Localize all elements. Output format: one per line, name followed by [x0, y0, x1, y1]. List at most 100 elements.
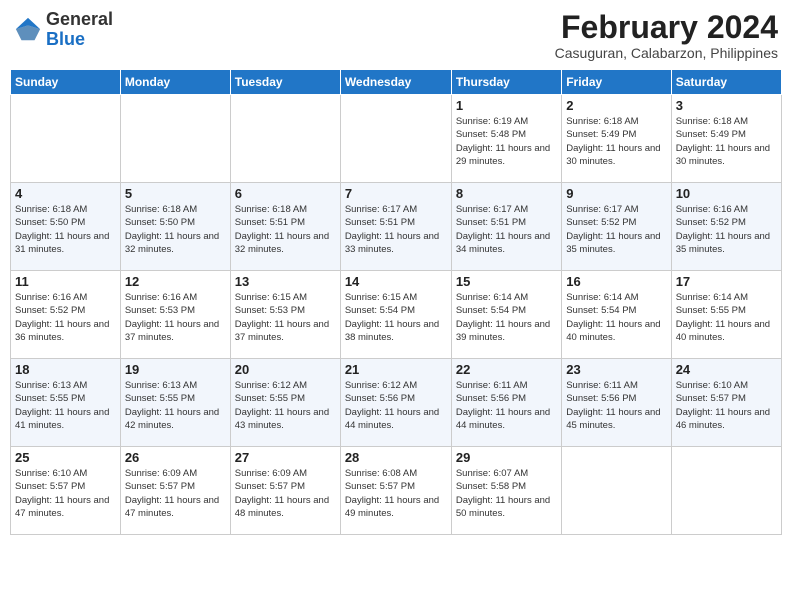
day-number: 22 [456, 362, 557, 377]
month-year-title: February 2024 [555, 10, 778, 45]
calendar-cell: 19Sunrise: 6:13 AM Sunset: 5:55 PM Dayli… [120, 359, 230, 447]
weekday-header-sunday: Sunday [11, 70, 121, 95]
day-number: 25 [15, 450, 116, 465]
weekday-row: SundayMondayTuesdayWednesdayThursdayFrid… [11, 70, 782, 95]
calendar-cell: 20Sunrise: 6:12 AM Sunset: 5:55 PM Dayli… [230, 359, 340, 447]
day-info: Sunrise: 6:17 AM Sunset: 5:52 PM Dayligh… [566, 203, 666, 256]
day-number: 11 [15, 274, 116, 289]
calendar-cell: 18 Sunrise: 6:13 AM Sunset: 5:55 PM Dayli… [11, 359, 121, 447]
day-info: Sunrise: 6:09 AM Sunset: 5:57 PM Dayligh… [235, 467, 336, 520]
calendar-cell: 10Sunrise: 6:16 AM Sunset: 5:52 PM Dayli… [671, 183, 781, 271]
calendar-cell [340, 95, 451, 183]
day-info: Sunrise: 6:16 AM Sunset: 5:53 PM Dayligh… [125, 291, 226, 344]
day-number: 28 [345, 450, 447, 465]
day-info: Sunrise: 6:19 AM Sunset: 5:48 PM Dayligh… [456, 115, 557, 168]
calendar-week-row: 4 Sunrise: 6:18 AM Sunset: 5:50 PM Daylig… [11, 183, 782, 271]
day-info: Sunrise: 6:14 AM Sunset: 5:55 PM Dayligh… [676, 291, 777, 344]
calendar-cell: 13 Sunrise: 6:15 AM Sunset: 5:53 PM Dayli… [230, 271, 340, 359]
logo-blue-text: Blue [46, 29, 85, 49]
day-info: Sunrise: 6:17 AM Sunset: 5:51 PM Dayligh… [456, 203, 557, 256]
calendar-cell [230, 95, 340, 183]
calendar-header: SundayMondayTuesdayWednesdayThursdayFrid… [11, 70, 782, 95]
weekday-header-friday: Friday [562, 70, 671, 95]
day-info: Sunrise: 6:07 AM Sunset: 5:58 PM Dayligh… [456, 467, 557, 520]
weekday-header-thursday: Thursday [451, 70, 561, 95]
calendar-cell [120, 95, 230, 183]
day-number: 14 [345, 274, 447, 289]
day-number: 6 [235, 186, 336, 201]
day-info: Sunrise: 6:14 AM Sunset: 5:54 PM Dayligh… [566, 291, 666, 344]
calendar-cell: 29 Sunrise: 6:07 AM Sunset: 5:58 PM Dayli… [451, 447, 561, 535]
calendar-cell: 22 Sunrise: 6:11 AM Sunset: 5:56 PM Dayli… [451, 359, 561, 447]
calendar-cell: 12 Sunrise: 6:16 AM Sunset: 5:53 PM Dayli… [120, 271, 230, 359]
day-info: Sunrise: 6:18 AM Sunset: 5:49 PM Dayligh… [676, 115, 777, 168]
day-info: Sunrise: 6:17 AM Sunset: 5:51 PM Dayligh… [345, 203, 447, 256]
calendar-cell: 7Sunrise: 6:17 AM Sunset: 5:51 PM Daylig… [340, 183, 451, 271]
day-number: 10 [676, 186, 777, 201]
day-number: 15 [456, 274, 557, 289]
day-info: Sunrise: 6:10 AM Sunset: 5:57 PM Dayligh… [15, 467, 116, 520]
calendar-cell: 26 Sunrise: 6:09 AM Sunset: 5:57 PM Dayli… [120, 447, 230, 535]
calendar-cell [671, 447, 781, 535]
calendar-cell: 1Sunrise: 6:19 AM Sunset: 5:48 PM Daylig… [451, 95, 561, 183]
weekday-header-tuesday: Tuesday [230, 70, 340, 95]
day-info: Sunrise: 6:11 AM Sunset: 5:56 PM Dayligh… [566, 379, 666, 432]
calendar-table: SundayMondayTuesdayWednesdayThursdayFrid… [10, 69, 782, 535]
day-info: Sunrise: 6:09 AM Sunset: 5:57 PM Dayligh… [125, 467, 226, 520]
day-number: 26 [125, 450, 226, 465]
day-number: 29 [456, 450, 557, 465]
day-info: Sunrise: 6:18 AM Sunset: 5:50 PM Dayligh… [15, 203, 116, 256]
calendar-week-row: 18 Sunrise: 6:13 AM Sunset: 5:55 PM Dayli… [11, 359, 782, 447]
calendar-cell: 14 Sunrise: 6:15 AM Sunset: 5:54 PM Dayli… [340, 271, 451, 359]
calendar-cell: 16Sunrise: 6:14 AM Sunset: 5:54 PM Dayli… [562, 271, 671, 359]
calendar-cell: 3 Sunrise: 6:18 AM Sunset: 5:49 PM Daylig… [671, 95, 781, 183]
day-number: 27 [235, 450, 336, 465]
calendar-cell: 9 Sunrise: 6:17 AM Sunset: 5:52 PM Daylig… [562, 183, 671, 271]
calendar-cell: 11 Sunrise: 6:16 AM Sunset: 5:52 PM Dayli… [11, 271, 121, 359]
day-info: Sunrise: 6:12 AM Sunset: 5:55 PM Dayligh… [235, 379, 336, 432]
day-info: Sunrise: 6:15 AM Sunset: 5:53 PM Dayligh… [235, 291, 336, 344]
calendar-cell: 28Sunrise: 6:08 AM Sunset: 5:57 PM Dayli… [340, 447, 451, 535]
weekday-header-monday: Monday [120, 70, 230, 95]
calendar-cell: 2 Sunrise: 6:18 AM Sunset: 5:49 PM Daylig… [562, 95, 671, 183]
day-number: 18 [15, 362, 116, 377]
day-number: 8 [456, 186, 557, 201]
location-subtitle: Casuguran, Calabarzon, Philippines [555, 45, 778, 61]
day-number: 2 [566, 98, 666, 113]
calendar-cell: 4 Sunrise: 6:18 AM Sunset: 5:50 PM Daylig… [11, 183, 121, 271]
day-number: 13 [235, 274, 336, 289]
calendar-cell: 23Sunrise: 6:11 AM Sunset: 5:56 PM Dayli… [562, 359, 671, 447]
calendar-week-row: 25 Sunrise: 6:10 AM Sunset: 5:57 PM Dayli… [11, 447, 782, 535]
day-number: 24 [676, 362, 777, 377]
calendar-cell: 15 Sunrise: 6:14 AM Sunset: 5:54 PM Dayli… [451, 271, 561, 359]
calendar-cell: 17Sunrise: 6:14 AM Sunset: 5:55 PM Dayli… [671, 271, 781, 359]
calendar-cell: 24 Sunrise: 6:10 AM Sunset: 5:57 PM Dayli… [671, 359, 781, 447]
day-number: 3 [676, 98, 777, 113]
weekday-header-wednesday: Wednesday [340, 70, 451, 95]
day-number: 21 [345, 362, 447, 377]
calendar-cell: 25 Sunrise: 6:10 AM Sunset: 5:57 PM Dayli… [11, 447, 121, 535]
day-info: Sunrise: 6:14 AM Sunset: 5:54 PM Dayligh… [456, 291, 557, 344]
calendar-cell: 21Sunrise: 6:12 AM Sunset: 5:56 PM Dayli… [340, 359, 451, 447]
day-number: 12 [125, 274, 226, 289]
logo: General Blue [14, 10, 113, 50]
day-number: 4 [15, 186, 116, 201]
calendar-cell: 5 Sunrise: 6:18 AM Sunset: 5:50 PM Daylig… [120, 183, 230, 271]
calendar-body: 1Sunrise: 6:19 AM Sunset: 5:48 PM Daylig… [11, 95, 782, 535]
day-number: 9 [566, 186, 666, 201]
day-info: Sunrise: 6:11 AM Sunset: 5:56 PM Dayligh… [456, 379, 557, 432]
day-info: Sunrise: 6:13 AM Sunset: 5:55 PM Dayligh… [15, 379, 116, 432]
calendar-week-row: 11 Sunrise: 6:16 AM Sunset: 5:52 PM Dayli… [11, 271, 782, 359]
day-info: Sunrise: 6:10 AM Sunset: 5:57 PM Dayligh… [676, 379, 777, 432]
day-number: 5 [125, 186, 226, 201]
day-info: Sunrise: 6:15 AM Sunset: 5:54 PM Dayligh… [345, 291, 447, 344]
calendar-cell [562, 447, 671, 535]
logo-icon [14, 16, 42, 44]
page-header: General Blue February 2024 Casuguran, Ca… [10, 10, 782, 61]
calendar-week-row: 1Sunrise: 6:19 AM Sunset: 5:48 PM Daylig… [11, 95, 782, 183]
day-info: Sunrise: 6:18 AM Sunset: 5:50 PM Dayligh… [125, 203, 226, 256]
day-info: Sunrise: 6:16 AM Sunset: 5:52 PM Dayligh… [15, 291, 116, 344]
day-info: Sunrise: 6:18 AM Sunset: 5:49 PM Dayligh… [566, 115, 666, 168]
calendar-cell: 27 Sunrise: 6:09 AM Sunset: 5:57 PM Dayli… [230, 447, 340, 535]
day-number: 19 [125, 362, 226, 377]
